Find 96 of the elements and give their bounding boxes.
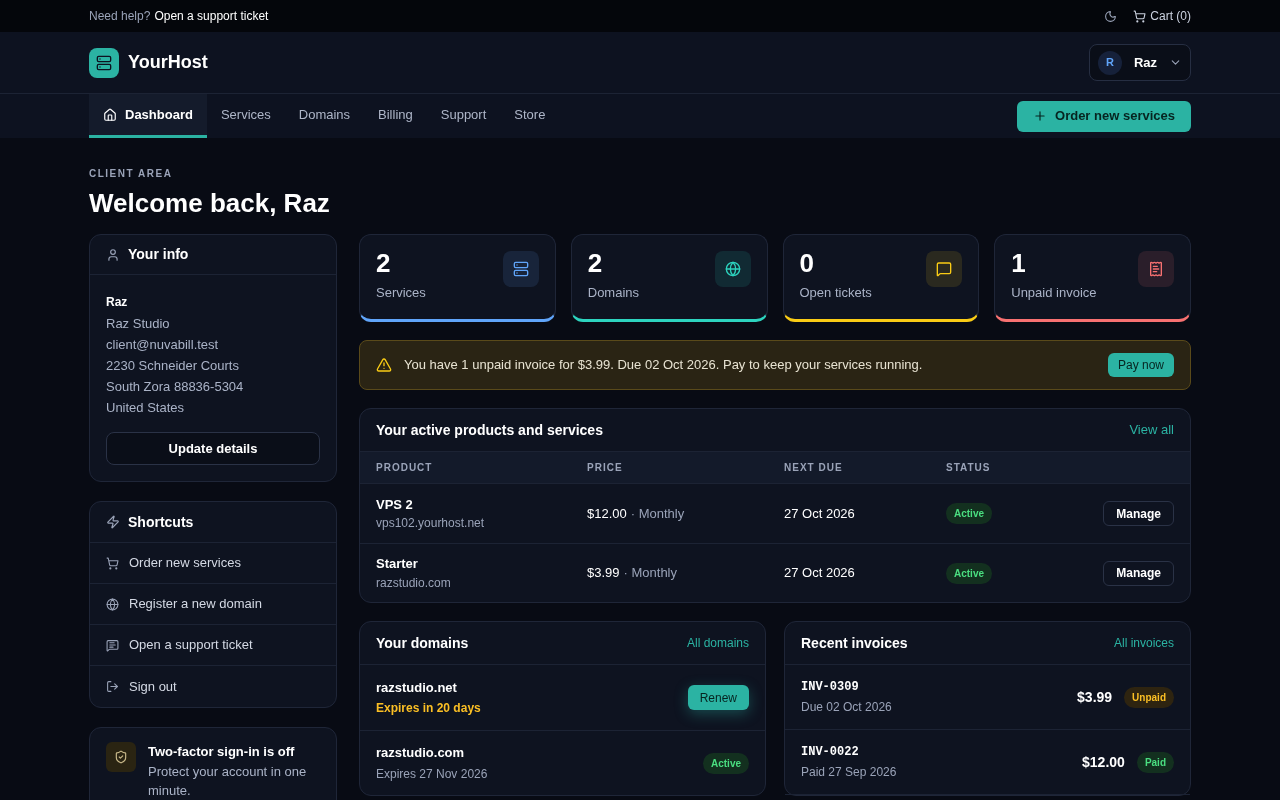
price: $12.00 xyxy=(587,504,627,523)
invoice-date: Paid 27 Sep 2026 xyxy=(801,764,897,781)
sign-out-icon xyxy=(106,680,119,693)
stat-value: 0 xyxy=(799,247,815,279)
security-text: Protect your account in one minute. xyxy=(148,762,308,800)
nav-tab[interactable]: Billing xyxy=(364,94,427,138)
address-line: 2230 Schneider Courts xyxy=(106,357,240,375)
manage-button[interactable]: Manage xyxy=(1103,560,1174,586)
renew-button[interactable]: Renew xyxy=(687,685,749,710)
billing-cycle: · Monthly xyxy=(623,564,677,583)
nav-tab[interactable]: Dashboard xyxy=(89,94,207,138)
server-icon xyxy=(502,251,539,287)
domain-name: razstudio.com xyxy=(376,744,466,763)
all-domains-link[interactable]: All domains xyxy=(686,634,749,652)
shield-icon xyxy=(106,742,136,772)
card-title: Your domains xyxy=(376,633,469,653)
warning-icon xyxy=(376,357,392,373)
column-header: PRODUCT xyxy=(376,461,434,475)
status-badge: Active xyxy=(946,562,992,584)
invoice-number: INV-0309 xyxy=(801,679,860,696)
nav-tab[interactable]: Domains xyxy=(284,94,365,138)
all-invoices-link[interactable]: All invoices xyxy=(1113,634,1174,652)
bolt-icon xyxy=(106,515,120,529)
product-host: vps102.yourhost.net xyxy=(376,515,486,533)
column-header: STATUS xyxy=(946,461,992,475)
stat-value: 1 xyxy=(1011,247,1027,279)
stat-value: 2 xyxy=(587,247,604,279)
receipt-icon xyxy=(1138,251,1174,287)
column-header: PRICE xyxy=(587,461,624,475)
client-name: Raz xyxy=(106,294,129,311)
nav-tab[interactable]: Services xyxy=(206,94,285,138)
status-badge: Unpaid xyxy=(1124,686,1174,708)
expiry-text: Expires 27 Nov 2026 xyxy=(376,765,488,783)
billing-cycle: · Monthly xyxy=(630,504,685,523)
user-menu[interactable]: R Raz xyxy=(1088,44,1191,81)
card-title: Recent invoices xyxy=(801,633,908,653)
home-icon xyxy=(103,107,117,122)
globe-icon xyxy=(106,597,119,611)
stat-label: Services xyxy=(376,284,426,302)
cart-icon xyxy=(106,556,119,570)
shortcut-item[interactable]: Order new services xyxy=(90,543,336,584)
stat-label: Domains xyxy=(587,284,640,302)
globe-icon xyxy=(714,251,751,287)
chat-icon xyxy=(926,251,963,287)
security-title: Two-factor sign-in is off xyxy=(148,743,296,761)
alert-text: You have 1 unpaid invoice for $3.99. Due 02 Oct 2026. Pay to keep your services running. xyxy=(404,356,924,375)
due-date: 27 Oct 2026 xyxy=(784,564,856,583)
price: $3.99 xyxy=(587,564,620,583)
shortcut-item[interactable]: Register a new domain xyxy=(90,584,336,625)
card-title: Shortcuts xyxy=(128,512,194,532)
user-name: Raz xyxy=(1133,53,1157,72)
avatar: R xyxy=(1097,50,1122,75)
help-text: Need help? xyxy=(89,8,151,25)
column-header: NEXT DUE xyxy=(784,461,844,475)
address-line: Raz Studio xyxy=(106,315,171,333)
stat-label: Open tickets xyxy=(799,284,872,302)
cart-link[interactable]: Cart (0) xyxy=(1133,7,1191,25)
eyebrow: CLIENT AREA xyxy=(89,167,173,181)
order-button[interactable]: Order new services xyxy=(1017,100,1191,132)
stat-value: 2 xyxy=(376,247,392,279)
brand-name: YourHost xyxy=(128,51,208,74)
status-badge: Active xyxy=(946,503,992,524)
stat-label: Unpaid invoice xyxy=(1011,284,1097,302)
plus-icon xyxy=(1033,109,1048,123)
expiry-text: Expires in 20 days xyxy=(376,700,481,718)
pay-button[interactable]: Pay now xyxy=(1107,353,1174,377)
product-name: VPS 2 xyxy=(376,495,414,514)
shortcut-item[interactable]: Open a support ticket xyxy=(90,625,336,666)
nav-tab[interactable]: Support xyxy=(426,94,501,138)
status-badge: Active xyxy=(703,752,749,774)
chat-icon xyxy=(106,638,119,652)
shortcut-item[interactable]: Sign out xyxy=(90,666,336,707)
address-line: South Zora 88836-5304 xyxy=(106,378,245,396)
invoice-number: INV-0022 xyxy=(801,744,860,761)
cart-icon xyxy=(1133,9,1147,23)
card-title: Your info xyxy=(128,245,189,264)
due-date: 27 Oct 2026 xyxy=(784,504,856,523)
invoice-amount: $3.99 xyxy=(1077,687,1113,707)
manage-button[interactable]: Manage xyxy=(1103,501,1174,526)
card-title: Your active products and services xyxy=(376,420,603,440)
logo-icon xyxy=(89,47,119,78)
product-name: Starter xyxy=(376,555,419,574)
address-line: client@nuvabill.test xyxy=(106,336,220,354)
dark-mode-icon[interactable] xyxy=(1104,9,1118,23)
product-host: razstudio.com xyxy=(376,574,452,592)
invoice-date: Due 02 Oct 2026 xyxy=(801,699,892,716)
support-link[interactable]: Open a support ticket xyxy=(154,7,269,25)
domain-name: razstudio.net xyxy=(376,678,458,697)
address-line: United States xyxy=(106,399,186,417)
update-button[interactable]: Update details xyxy=(106,432,320,465)
status-badge: Paid xyxy=(1136,751,1174,773)
user-icon xyxy=(106,247,120,262)
invoice-amount: $12.00 xyxy=(1082,752,1125,772)
view-all-link[interactable]: View all xyxy=(1129,420,1174,440)
nav-tab[interactable]: Store xyxy=(500,94,560,138)
page-title: Welcome back, Raz xyxy=(89,187,331,220)
